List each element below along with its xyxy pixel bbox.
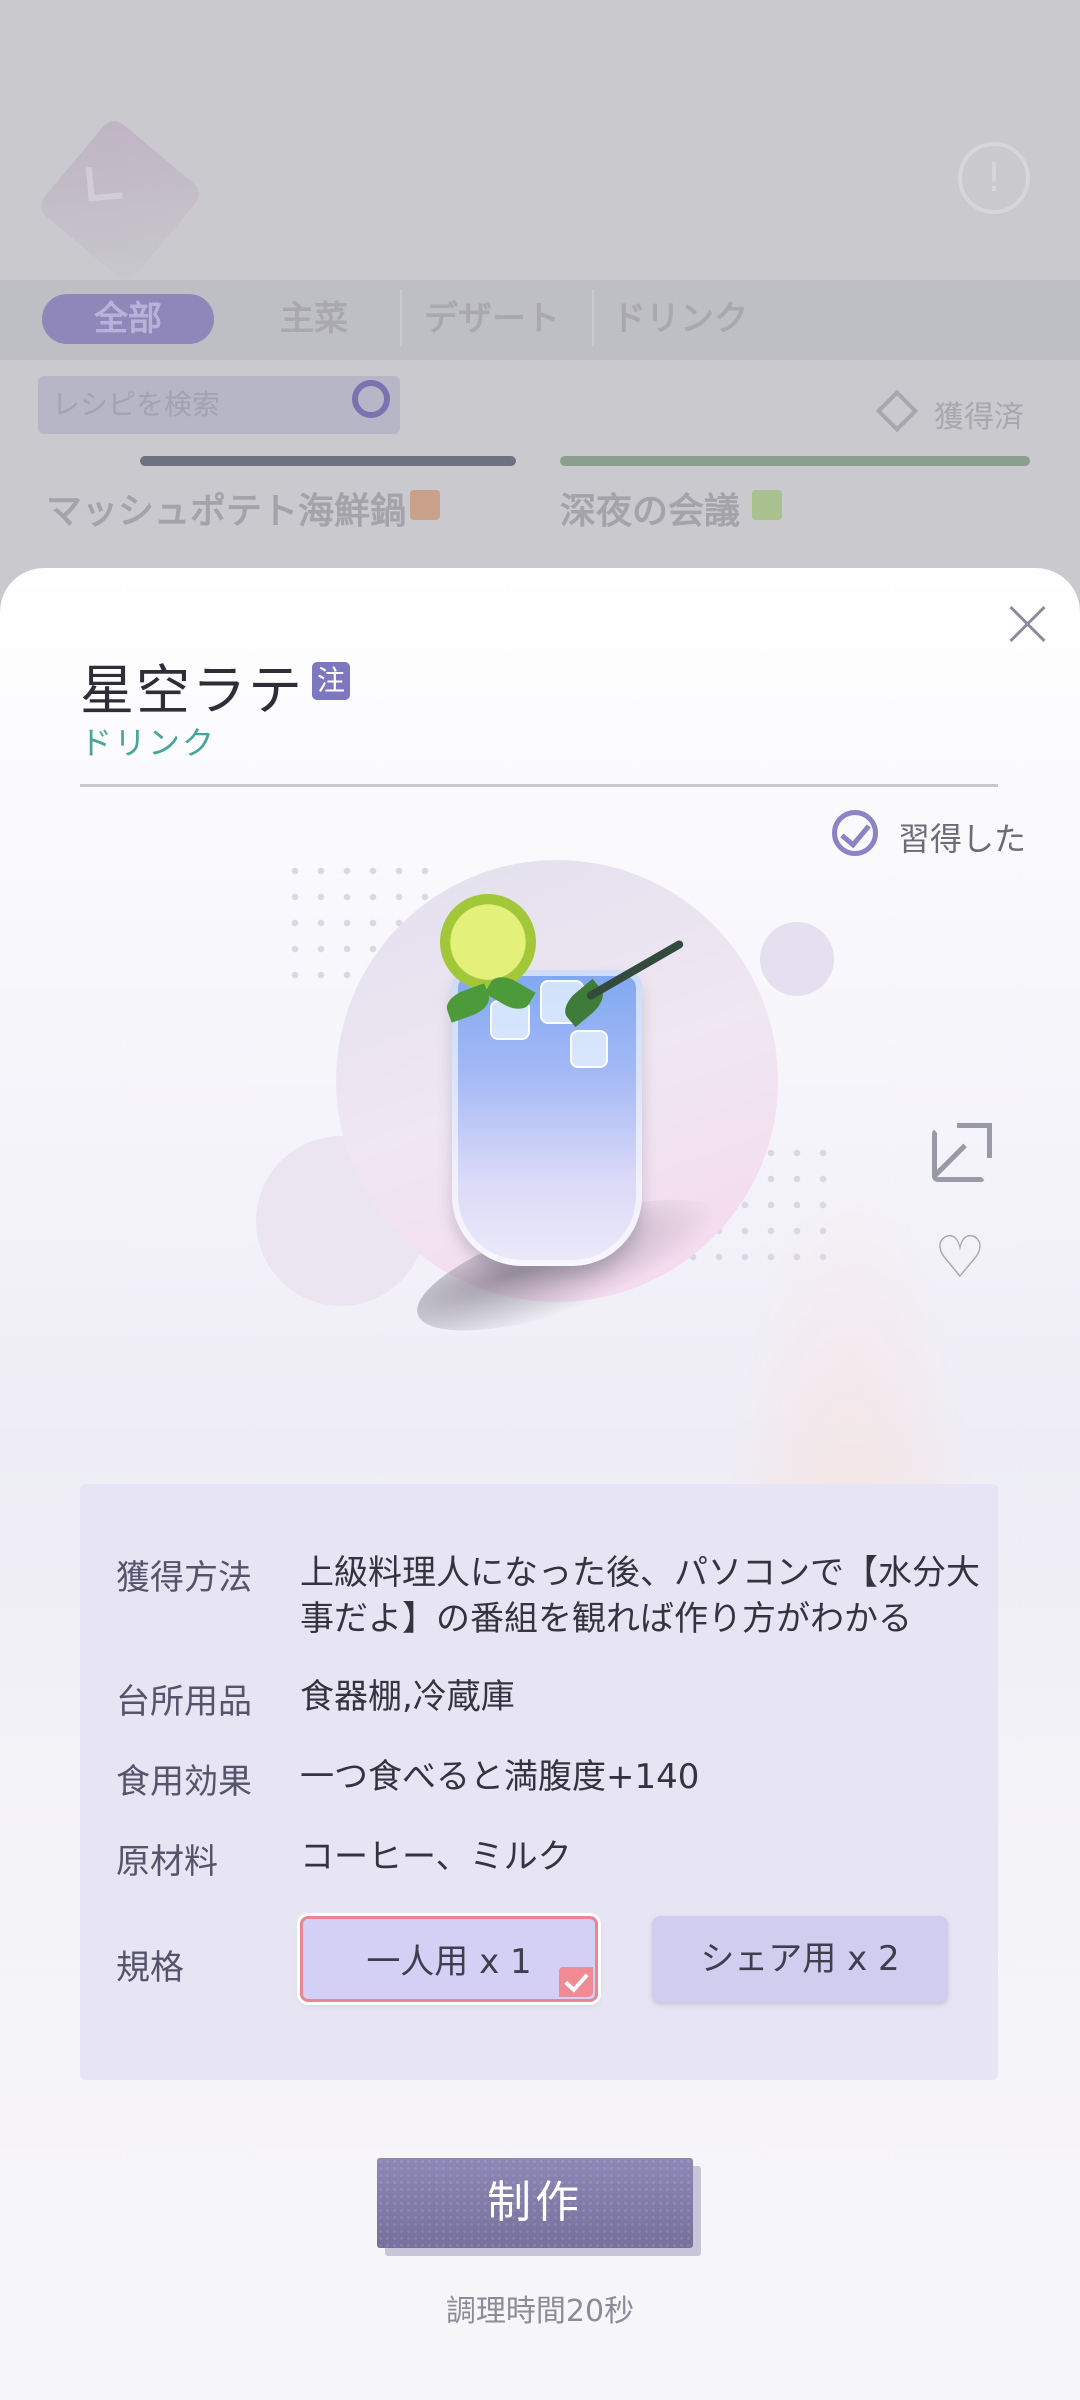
heart-icon[interactable]: ♡: [930, 1228, 990, 1286]
close-icon[interactable]: [1008, 604, 1048, 644]
background-tab-drink: ドリンク: [612, 299, 748, 339]
background-tab-dessert: デザート: [424, 299, 560, 339]
card-progress-bar: [560, 456, 1030, 466]
recipe-detail-sheet: 星空ラテ 注 ドリンク 習得した ♡ 獲得方法 上級料理人になった後、パソコンで…: [0, 568, 1080, 2400]
spec-option-share[interactable]: シェア用 x 2: [652, 1916, 948, 2002]
recipe-info-panel: 獲得方法 上級料理人になった後、パソコンで【水分大事だよ】の番組を観れば作り方が…: [80, 1484, 998, 2080]
info-value: 一つ食べると満腹度+140: [300, 1757, 700, 1797]
info-label: 獲得方法: [116, 1558, 252, 1598]
spec-option-label: 一人用 x 1: [366, 1942, 532, 1982]
background-tab-all: 全部: [42, 294, 214, 344]
lime-slice-image: [440, 894, 536, 990]
tab-divider: [592, 290, 594, 346]
share-icon[interactable]: [932, 1123, 992, 1182]
info-label: 食用効果: [116, 1762, 252, 1802]
info-icon: !: [958, 142, 1030, 214]
info-value: コーヒー、ミルク: [300, 1837, 572, 1877]
background-search-input: レシピを検索: [38, 376, 400, 434]
back-icon: [35, 115, 205, 285]
cook-time-label: 調理時間20秒: [445, 2294, 635, 2329]
recipe-title: 星空ラテ: [80, 659, 304, 722]
note-badge[interactable]: 注: [312, 662, 350, 700]
sort-icon: [875, 389, 919, 433]
background-tab-bar: 全部 主菜 デザート ドリンク: [0, 280, 1080, 360]
background-sort-label: 獲得済: [934, 400, 1024, 435]
card-progress-bar: [140, 456, 516, 466]
info-label: 原材料: [116, 1842, 218, 1882]
tab-divider: [400, 290, 402, 346]
learned-label: 習得した: [898, 820, 1027, 858]
card-tag: [752, 490, 782, 520]
info-label: 台所用品: [116, 1682, 252, 1722]
checkmark-icon: [559, 1967, 593, 1997]
spec-option-label: シェア用 x 2: [700, 1939, 900, 1979]
recipe-illustration: [240, 830, 840, 1390]
card-tag: [410, 490, 440, 520]
background-tab-main: 主菜: [280, 299, 348, 339]
spec-label: 規格: [116, 1948, 184, 1988]
divider: [80, 784, 998, 787]
search-icon: [352, 380, 390, 418]
recipe-category: ドリンク: [80, 724, 217, 762]
info-value: 食器棚,冷蔵庫: [300, 1677, 515, 1717]
info-value: 上級料理人になった後、パソコンで【水分大事だよ】の番組を観れば作り方がわかる: [300, 1553, 980, 1639]
make-button[interactable]: 制作: [377, 2158, 693, 2248]
background-card-title: 深夜の会議: [560, 491, 741, 532]
ice-cube: [570, 1030, 608, 1068]
background-card-title: マッシュポテト海鮮鍋: [46, 491, 407, 532]
decorative-circle: [760, 922, 834, 996]
spec-option-single[interactable]: 一人用 x 1: [300, 1916, 598, 2002]
background-app: ! 全部 主菜 デザート ドリンク レシピを検索 獲得済 マッシュポテト海鮮鍋 …: [0, 0, 1080, 600]
